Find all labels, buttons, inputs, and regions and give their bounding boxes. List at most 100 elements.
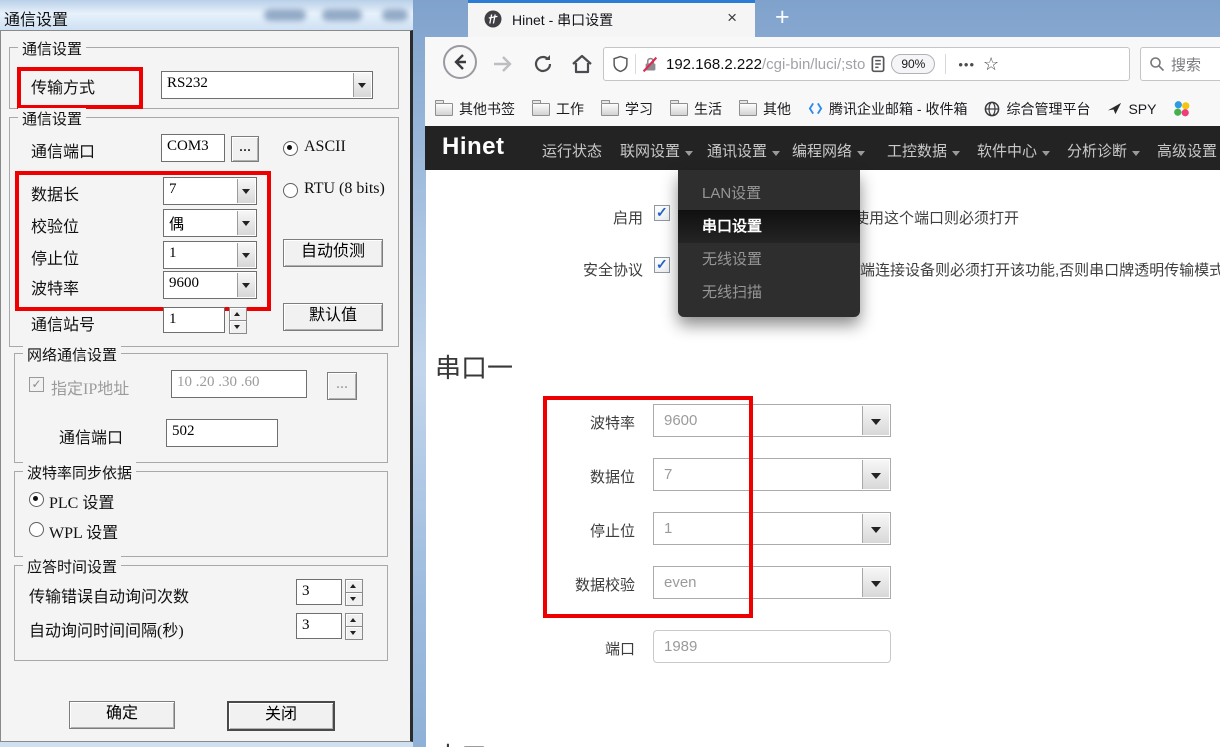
bookmark-colorful[interactable] (1173, 100, 1190, 117)
spinner-down-icon[interactable] (229, 320, 247, 334)
chevron-down-icon (685, 151, 693, 156)
bookmark-label: SPY (1128, 101, 1156, 117)
tencent-mail-icon (808, 101, 823, 116)
nav-analysis-diagnosis[interactable]: 分析诊断 (1067, 140, 1140, 161)
reload-icon[interactable] (531, 52, 555, 76)
ip-browse-button[interactable]: ... (327, 372, 357, 400)
bookmark-folder-other-bookmarks[interactable]: 其他书签 (435, 99, 515, 119)
dropdown-arrow-icon[interactable] (237, 179, 255, 203)
enable-checkbox[interactable] (654, 205, 670, 221)
bookmark-tencent-mail[interactable]: 腾讯企业邮箱 - 收件箱 (808, 99, 967, 119)
baud-rate-select[interactable]: 9600 (163, 271, 257, 299)
station-number-field[interactable]: 1 (163, 307, 225, 333)
bookmark-label: 腾讯企业邮箱 - 收件箱 (829, 99, 967, 119)
folder-icon (670, 103, 688, 116)
menu-item-wireless-settings[interactable]: 无线设置 (678, 243, 860, 276)
parity-value: 偶 (169, 213, 184, 234)
specify-ip-checkbox[interactable]: ✓ (29, 377, 44, 392)
close-button[interactable]: 关闭 (227, 701, 335, 731)
dropdown-arrow-icon[interactable] (862, 514, 889, 543)
dialog-titlebar[interactable]: 通信设置 (0, 0, 413, 30)
station-number-stepper[interactable] (229, 307, 247, 333)
bookmark-folder-misc[interactable]: 其他 (739, 99, 791, 119)
bookmark-label: 其他 (763, 99, 791, 119)
lock-slash-icon[interactable] (642, 56, 659, 73)
menu-item-serial-settings[interactable]: 串口设置 (678, 210, 860, 243)
ascii-radio[interactable] (283, 141, 298, 156)
bookmark-folder-study[interactable]: 学习 (601, 99, 653, 119)
chevron-down-icon (952, 151, 960, 156)
bookmark-folder-work[interactable]: 工作 (532, 99, 584, 119)
comm-port-browse-button[interactable]: ... (231, 136, 259, 162)
port-input[interactable]: 1989 (653, 630, 891, 663)
url-bar[interactable]: 192.168.2.222 /cgi-bin/luci/;sto 90% •••… (603, 47, 1130, 81)
nav-comm-settings[interactable]: 通讯设置 (707, 140, 780, 161)
dropdown-arrow-icon[interactable] (237, 243, 255, 267)
group-title: 通信设置 (18, 108, 86, 129)
favicon-hinet (484, 10, 502, 28)
ok-button[interactable]: 确定 (69, 701, 175, 729)
dropdown-arrow-icon[interactable] (237, 273, 255, 297)
rtu-radio[interactable] (283, 183, 298, 198)
forward-icon[interactable] (489, 51, 515, 77)
stop-bit-select[interactable]: 1 (163, 241, 257, 269)
dropdown-arrow-icon[interactable] (353, 73, 371, 97)
default-values-button[interactable]: 默认值 (283, 303, 383, 331)
new-tab-icon[interactable]: + (775, 3, 790, 32)
dropdown-arrow-icon[interactable] (862, 406, 889, 435)
tab-hinet-serial[interactable]: Hinet - 串口设置 × (468, 0, 755, 37)
close-icon[interactable]: × (727, 8, 737, 28)
spinner-down-icon[interactable] (345, 592, 363, 606)
data-length-select[interactable]: 7 (163, 177, 257, 205)
bookmark-folder-life[interactable]: 生活 (670, 99, 722, 119)
menu-item-lan-settings[interactable]: LAN设置 (678, 177, 860, 210)
spinner-up-icon[interactable] (229, 307, 247, 321)
bookmark-star-icon[interactable]: ☆ (983, 54, 999, 75)
spinner-down-icon[interactable] (345, 626, 363, 640)
bookmark-mgmt-platform[interactable]: 综合管理平台 (984, 99, 1090, 119)
nav-industrial-data[interactable]: 工控数据 (887, 140, 960, 161)
transfer-mode-label: 传输方式 (31, 74, 95, 98)
nav-advanced-settings[interactable]: 高级设置 (1157, 140, 1217, 161)
nav-network-settings[interactable]: 联网设置 (620, 140, 693, 161)
retry-count-field[interactable]: 3 (296, 579, 342, 605)
security-protocol-checkbox[interactable] (654, 257, 670, 273)
nav-programming-network[interactable]: 编程网络 (792, 140, 865, 161)
transfer-mode-select[interactable]: RS232 (161, 71, 373, 99)
wpl-setting-radio[interactable] (29, 522, 44, 537)
net-port-field[interactable]: 502 (166, 419, 278, 447)
dialog-body: 通信设置 传输方式 RS232 通信设置 通信端口 COM3 ... ASCII… (0, 30, 413, 742)
shield-icon[interactable] (612, 55, 629, 73)
comm-port-field[interactable]: COM3 (161, 134, 225, 162)
dropdown-arrow-icon[interactable] (862, 568, 889, 597)
security-protocol-label: 安全协议 (533, 259, 643, 280)
retry-count-stepper[interactable] (345, 579, 363, 605)
interval-field[interactable]: 3 (296, 613, 342, 639)
auto-detect-button[interactable]: 自动侦测 (283, 239, 383, 267)
dropdown-arrow-icon[interactable] (862, 460, 889, 489)
spinner-up-icon[interactable] (345, 579, 363, 593)
ip-address-field[interactable]: 10 .20 .30 .60 (171, 370, 307, 398)
interval-stepper[interactable] (345, 613, 363, 639)
back-button[interactable] (443, 45, 477, 79)
spinner-up-icon[interactable] (345, 613, 363, 627)
chevron-down-icon (857, 151, 865, 156)
stop-bit-value: 1 (169, 245, 177, 262)
home-icon[interactable] (569, 51, 595, 77)
more-actions-icon[interactable]: ••• (958, 57, 975, 72)
site-logo[interactable]: Hinet (442, 133, 505, 161)
nav-run-status[interactable]: 运行状态 (542, 140, 602, 161)
plc-setting-radio[interactable] (29, 492, 44, 507)
parity-label: 校验位 (31, 213, 79, 237)
search-placeholder: 搜索 (1171, 54, 1201, 75)
dropdown-arrow-icon[interactable] (237, 211, 255, 235)
url-path: /cgi-bin/luci/;sto (762, 56, 865, 73)
menu-item-wireless-scan[interactable]: 无线扫描 (678, 276, 860, 309)
reader-mode-icon[interactable] (869, 55, 887, 73)
bookmark-spy[interactable]: SPY (1107, 101, 1156, 117)
parity-select[interactable]: 偶 (163, 209, 257, 237)
zoom-level-badge[interactable]: 90% (891, 54, 935, 74)
nav-software-center[interactable]: 软件中心 (977, 140, 1050, 161)
search-input[interactable]: 搜索 (1140, 47, 1220, 81)
chevron-down-icon (1132, 151, 1140, 156)
